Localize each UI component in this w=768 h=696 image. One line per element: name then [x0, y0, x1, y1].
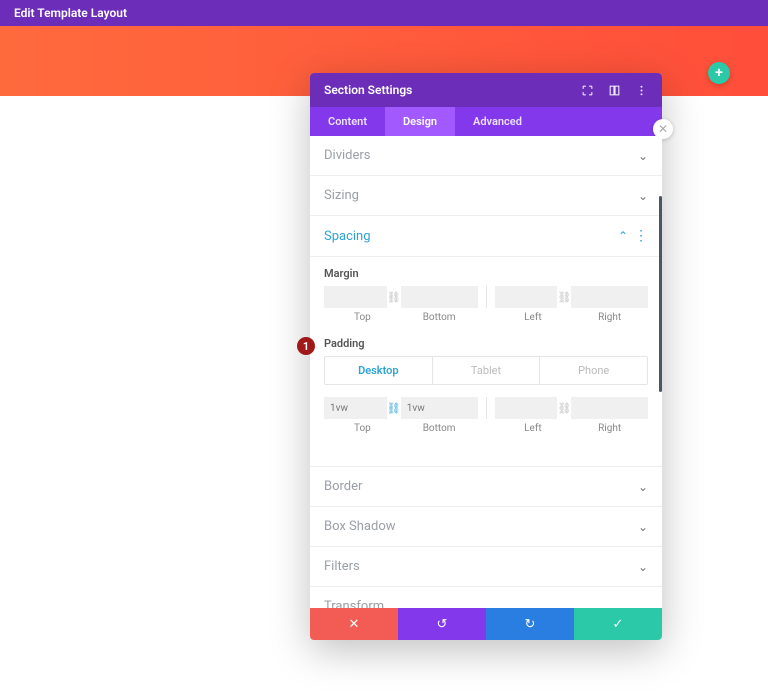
padding-right-input[interactable]	[571, 397, 648, 419]
margin-left-input[interactable]	[495, 286, 558, 308]
accordion-boxshadow[interactable]: Box Shadow⌄	[310, 507, 662, 547]
sub-right: Right	[571, 312, 648, 323]
scrollbar-thumb[interactable]	[659, 196, 662, 392]
margin-top-input[interactable]	[324, 286, 387, 308]
annotation-badge: 1	[297, 337, 315, 355]
save-button[interactable]: ✓	[574, 608, 662, 640]
chevron-down-icon: ⌄	[638, 520, 648, 534]
accordion-spacing[interactable]: Spacing⌃⋮	[310, 216, 662, 257]
accordion-sizing[interactable]: Sizing⌄	[310, 176, 662, 216]
margin-right-input[interactable]	[571, 286, 648, 308]
settings-modal: Section Settings Content Design Advanced…	[310, 73, 662, 640]
tab-content[interactable]: Content	[310, 107, 385, 136]
sub-bottom: Bottom	[401, 423, 478, 434]
modal-tabs: Content Design Advanced	[310, 107, 662, 136]
page-title: Edit Template Layout	[14, 6, 127, 20]
sub-top: Top	[324, 423, 401, 434]
link-icon[interactable]: ⛓	[387, 291, 401, 304]
margin-inputs: ⛓ Top Bottom ⛓ Left Right	[324, 286, 648, 323]
kebab-icon[interactable]	[635, 84, 648, 97]
sub-top: Top	[324, 312, 401, 323]
accordion-transform[interactable]: Transform⌄	[310, 587, 662, 608]
undo-button[interactable]: ↺	[398, 608, 486, 640]
margin-label: Margin	[324, 267, 648, 280]
divider	[486, 286, 487, 308]
tab-advanced[interactable]: Advanced	[455, 107, 540, 136]
modal-footer: ✕ ↺ ↻ ✓	[310, 608, 662, 640]
tab-design[interactable]: Design	[385, 107, 455, 136]
accordion-border[interactable]: Border⌄	[310, 467, 662, 507]
chevron-up-icon: ⌃	[618, 229, 628, 243]
device-desktop[interactable]: Desktop	[325, 357, 433, 384]
chevron-down-icon: ⌄	[638, 189, 648, 203]
tab-spacer	[540, 107, 662, 136]
margin-bottom-input[interactable]	[401, 286, 478, 308]
expand-icon[interactable]	[581, 84, 594, 97]
device-tabs: Desktop Tablet Phone	[324, 356, 648, 385]
padding-left-input[interactable]	[495, 397, 558, 419]
link-icon-active[interactable]: ⛓	[387, 402, 401, 415]
kebab-icon[interactable]: ⋮	[634, 228, 648, 244]
padding-inputs: ⛓ Top Bottom ⛓ Left Right	[324, 397, 648, 434]
link-icon[interactable]: ⛓	[557, 402, 571, 415]
add-section-button[interactable]: +	[708, 62, 730, 84]
chevron-down-icon: ⌄	[638, 149, 648, 163]
accordion-filters[interactable]: Filters⌄	[310, 547, 662, 587]
sub-left: Left	[495, 312, 572, 323]
modal-body: Dividers⌄ Sizing⌄ Spacing⌃⋮ Margin ⛓Top …	[310, 136, 662, 608]
cancel-button[interactable]: ✕	[310, 608, 398, 640]
modal-header: Section Settings	[310, 73, 662, 107]
padding-top-input[interactable]	[324, 397, 387, 419]
sub-right: Right	[571, 423, 648, 434]
modal-title: Section Settings	[324, 83, 412, 97]
divider	[486, 397, 487, 419]
link-icon[interactable]: ⛓	[557, 291, 571, 304]
padding-label: Padding	[324, 337, 648, 350]
device-tablet[interactable]: Tablet	[433, 357, 541, 384]
snap-icon[interactable]	[608, 84, 621, 97]
top-bar: Edit Template Layout	[0, 0, 768, 26]
padding-bottom-input[interactable]	[401, 397, 478, 419]
chevron-down-icon: ⌄	[638, 560, 648, 574]
chevron-down-icon: ⌄	[638, 600, 648, 609]
sub-bottom: Bottom	[401, 312, 478, 323]
sub-left: Left	[495, 423, 572, 434]
accordion-dividers[interactable]: Dividers⌄	[310, 136, 662, 176]
device-phone[interactable]: Phone	[540, 357, 647, 384]
chevron-down-icon: ⌄	[638, 480, 648, 494]
spacing-panel: Margin ⛓ Top Bottom ⛓ Left Right Padding D…	[310, 257, 662, 467]
redo-button[interactable]: ↻	[486, 608, 574, 640]
